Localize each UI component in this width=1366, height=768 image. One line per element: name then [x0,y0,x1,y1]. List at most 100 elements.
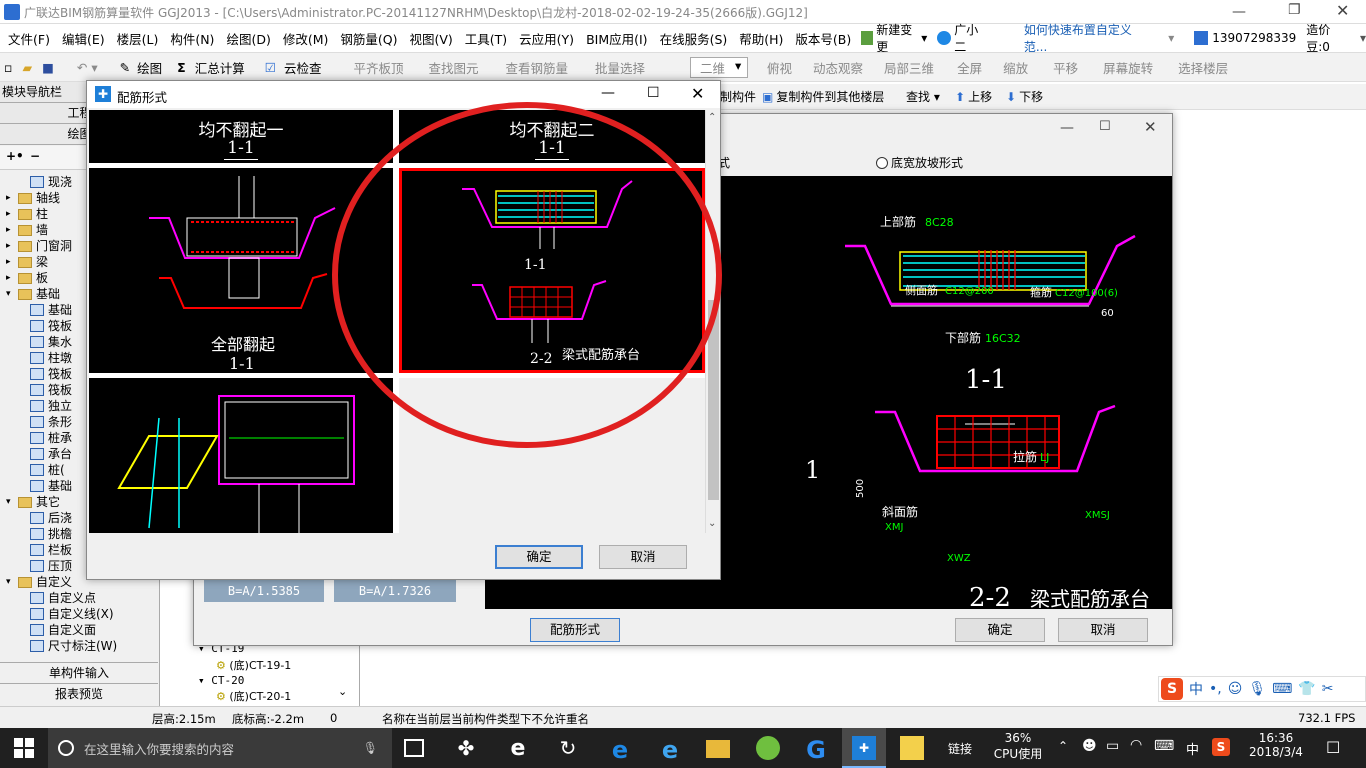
save-icon[interactable]: ■ [42,60,54,75]
scroll-up-icon[interactable]: ⌃ [708,112,716,123]
menu-item[interactable]: 帮助(H) [739,29,783,48]
windows-start-icon[interactable] [14,738,34,758]
view-mode-select[interactable]: 二维 ▾ [690,56,749,78]
assistant-menu[interactable]: 广小二 [937,21,986,55]
tree-item[interactable]: 自定义线(X) [4,606,156,622]
sum-button[interactable]: Σ 汇总计算 [177,58,250,77]
edge-icon[interactable]: e [608,736,632,764]
swirl-app-icon[interactable]: ↻ [556,736,580,760]
report-preview-tab[interactable]: 报表预览 [0,683,158,705]
notification-icon[interactable]: ☐ [1326,738,1340,757]
maximize-icon[interactable]: ☐ [1099,119,1111,134]
minimize-icon[interactable]: — [1060,120,1074,136]
show-hidden-icons[interactable]: ⌃ [1058,739,1068,753]
keyboard-icon[interactable]: ⌨ [1154,738,1174,754]
formula-b2[interactable]: B=A/1.7326 [334,580,456,602]
fullscreen-button[interactable]: 全屏 [957,58,982,77]
menu-item[interactable]: 绘图(D) [226,29,270,48]
file-explorer-icon[interactable] [706,740,730,758]
member-button[interactable]: 制构件 [720,88,756,105]
menu-item[interactable]: 文件(F) [8,29,50,48]
wifi-icon[interactable]: ◠ [1130,737,1142,753]
taskbar-search[interactable]: 在这里输入你要搜索的内容 🎙 [48,728,392,768]
move-up-button[interactable]: ⬆ 上移 [955,88,992,105]
big-cancel-button[interactable]: 取消 [1058,618,1148,642]
menu-item[interactable]: 楼层(L) [117,29,159,48]
flush-button[interactable]: 平齐板顶 [353,58,403,77]
expand-all-icon[interactable]: +• [6,149,24,163]
internet-explorer-icon[interactable]: e [658,736,682,764]
user-account[interactable]: 13907298339 [1194,31,1296,45]
move-down-button[interactable]: ⬇ 下移 [1006,88,1043,105]
new-change-menu[interactable]: 新建变更 ▾ [861,21,927,55]
fan-app-icon[interactable]: ✤ [454,736,478,760]
ok-button[interactable]: 确定 [495,545,583,569]
option-no-turnup-1-header[interactable]: 均不翻起一 1-1 [89,110,393,163]
expand-toggle-icon[interactable]: ▸ [6,254,18,270]
collapse-all-icon[interactable]: − [30,149,40,163]
scroll-down-icon[interactable]: ⌄ [708,518,716,529]
open-folder-icon[interactable]: ▰ [22,60,32,75]
scroll-down-icon[interactable]: ⌄ [338,685,347,698]
option-no-turnup-2-header[interactable]: 均不翻起二 1-1 [399,110,705,163]
expand-toggle-icon[interactable]: ▸ [6,206,18,222]
minimize-icon[interactable]: — [1232,4,1246,20]
expand-toggle-icon[interactable]: ▸ [6,238,18,254]
menu-item[interactable]: 工具(T) [465,29,507,48]
tree-item-ct20[interactable]: ▾ CT-20 [198,674,244,687]
ie-edge-icon[interactable]: e [506,736,530,761]
option-all-turnup[interactable]: 全部翻起 1-1 [89,168,393,373]
select-floor-button[interactable]: 选择楼层 [1178,58,1228,77]
ime-toolbar[interactable]: S 中 •, ☺ 🎙 ⌨ 👕 ✂ [1158,676,1366,702]
taskbar-active-app[interactable]: ✚ [842,728,886,768]
menu-item[interactable]: 编辑(E) [62,29,105,48]
radio-slope-form[interactable]: 底宽放坡形式 [876,154,963,171]
tree-item[interactable]: 自定义面 [4,622,156,638]
menu-item[interactable]: BIM应用(I) [586,29,648,48]
expand-toggle-icon[interactable]: ▸ [6,190,18,206]
menu-item[interactable]: 云应用(Y) [519,29,574,48]
minimize-icon[interactable]: — [601,85,615,101]
menu-item[interactable]: 钢筋量(Q) [340,29,397,48]
dynamic-view-button[interactable]: 动态观察 [813,58,863,77]
formula-b1[interactable]: B=A/1.5385 [204,580,324,602]
top-view-button[interactable]: 俯视 [767,58,792,77]
tree-item[interactable]: 自定义点 [4,590,156,606]
scroll-thumb[interactable] [708,300,719,500]
undo-icon[interactable]: ↶ ▾ [77,60,98,75]
people-icon[interactable]: ☻ [1082,738,1097,754]
big-ok-button[interactable]: 确定 [955,618,1045,642]
tree-item-ct20-1[interactable]: ⚙ (底)CT-20-1 [216,688,291,704]
batch-select-button[interactable]: 批量选择 [595,58,645,77]
expand-toggle-icon[interactable]: ▸ [6,222,18,238]
glodon-g-icon[interactable]: G [804,736,828,764]
find-button[interactable]: 查找 ▾ [906,88,940,105]
dropdown-icon[interactable]: ▾ [1360,31,1366,45]
expand-toggle-icon[interactable]: ▸ [6,270,18,286]
help-link[interactable]: 如何快速布置自定义范... [1024,21,1144,55]
new-file-icon[interactable]: ▫ [4,60,12,75]
link-toolbar[interactable]: 链接 [948,740,972,757]
bean-label[interactable]: 造价豆:0 [1306,21,1350,55]
view-rebar-button[interactable]: 查看钢筋量 [505,58,568,77]
menu-item[interactable]: 视图(V) [409,29,452,48]
close-icon[interactable]: ✕ [1336,1,1349,20]
sogou-tray-icon[interactable]: S [1212,738,1230,756]
draw-button[interactable]: ✎ 绘图 [115,58,168,77]
cloud-check-button[interactable]: ☑ 云检查 [260,58,327,77]
find-element-button[interactable]: 查找图元 [428,58,478,77]
ime-indicator[interactable]: 中 [1186,739,1199,758]
zoom-button[interactable]: 缩放 [1003,58,1028,77]
single-input-tab[interactable]: 单构件输入 [0,662,158,683]
local-3d-button[interactable]: 局部三维 [884,58,934,77]
task-view-icon[interactable] [404,739,424,757]
copy-to-floor-button[interactable]: ▣ 复制构件到其他楼层 [762,88,884,105]
close-icon[interactable]: ✕ [691,84,704,103]
menu-item[interactable]: 版本号(B) [795,29,851,48]
clock[interactable]: 16:36 2018/3/4 [1248,731,1304,759]
notes-icon[interactable] [900,736,924,760]
browser-360-icon[interactable] [756,736,780,760]
rebar-form-button[interactable]: 配筋形式 [530,618,620,642]
expand-toggle-icon[interactable]: ▾ [6,286,18,302]
tree-item-ct19-1[interactable]: ⚙ (底)CT-19-1 [216,657,291,673]
